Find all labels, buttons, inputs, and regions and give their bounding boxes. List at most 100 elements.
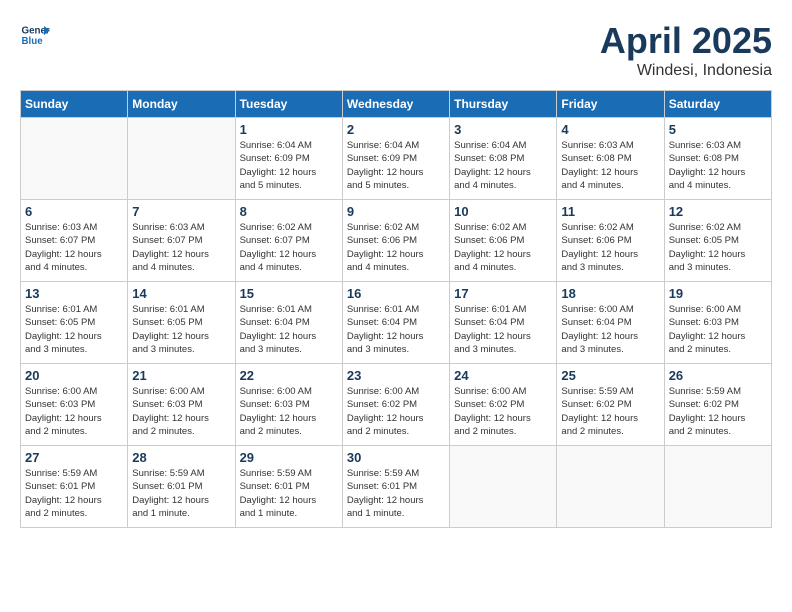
calendar-cell: 5 Sunrise: 6:03 AM Sunset: 6:08 PM Daylig… <box>664 118 771 200</box>
day-number: 4 <box>561 122 659 137</box>
calendar-week-row: 13 Sunrise: 6:01 AM Sunset: 6:05 PM Dayli… <box>21 282 772 364</box>
day-info: Sunrise: 6:00 AM Sunset: 6:03 PM Dayligh… <box>240 385 338 438</box>
calendar-week-row: 20 Sunrise: 6:00 AM Sunset: 6:03 PM Dayli… <box>21 364 772 446</box>
day-number: 11 <box>561 204 659 219</box>
day-info: Sunrise: 6:00 AM Sunset: 6:03 PM Dayligh… <box>669 303 767 356</box>
day-number: 25 <box>561 368 659 383</box>
weekday-header: Sunday <box>21 91 128 118</box>
calendar-cell: 29 Sunrise: 5:59 AM Sunset: 6:01 PM Dayli… <box>235 446 342 528</box>
month-title: April 2025 <box>600 20 772 62</box>
title-block: April 2025 Windesi, Indonesia <box>600 20 772 80</box>
day-number: 14 <box>132 286 230 301</box>
calendar-cell: 6 Sunrise: 6:03 AM Sunset: 6:07 PM Daylig… <box>21 200 128 282</box>
day-info: Sunrise: 6:02 AM Sunset: 6:06 PM Dayligh… <box>454 221 552 274</box>
day-number: 20 <box>25 368 123 383</box>
day-number: 16 <box>347 286 445 301</box>
calendar-cell: 27 Sunrise: 5:59 AM Sunset: 6:01 PM Dayli… <box>21 446 128 528</box>
day-info: Sunrise: 5:59 AM Sunset: 6:01 PM Dayligh… <box>25 467 123 520</box>
day-info: Sunrise: 6:01 AM Sunset: 6:05 PM Dayligh… <box>25 303 123 356</box>
day-number: 23 <box>347 368 445 383</box>
weekday-header: Thursday <box>450 91 557 118</box>
day-info: Sunrise: 6:03 AM Sunset: 6:08 PM Dayligh… <box>669 139 767 192</box>
day-info: Sunrise: 6:03 AM Sunset: 6:07 PM Dayligh… <box>132 221 230 274</box>
calendar-cell: 21 Sunrise: 6:00 AM Sunset: 6:03 PM Dayli… <box>128 364 235 446</box>
calendar-cell: 11 Sunrise: 6:02 AM Sunset: 6:06 PM Dayli… <box>557 200 664 282</box>
calendar-cell: 4 Sunrise: 6:03 AM Sunset: 6:08 PM Daylig… <box>557 118 664 200</box>
calendar-cell: 19Sunrise: 6:00 AM Sunset: 6:03 PM Dayli… <box>664 282 771 364</box>
day-number: 22 <box>240 368 338 383</box>
day-info: Sunrise: 6:00 AM Sunset: 6:02 PM Dayligh… <box>454 385 552 438</box>
calendar-week-row: 1 Sunrise: 6:04 AM Sunset: 6:09 PM Daylig… <box>21 118 772 200</box>
calendar-cell <box>557 446 664 528</box>
calendar-cell: 15Sunrise: 6:01 AM Sunset: 6:04 PM Dayli… <box>235 282 342 364</box>
day-number: 12 <box>669 204 767 219</box>
calendar-cell: 16 Sunrise: 6:01 AM Sunset: 6:04 PM Dayli… <box>342 282 449 364</box>
day-info: Sunrise: 6:04 AM Sunset: 6:09 PM Dayligh… <box>347 139 445 192</box>
weekday-header: Tuesday <box>235 91 342 118</box>
day-number: 7 <box>132 204 230 219</box>
calendar-cell: 1 Sunrise: 6:04 AM Sunset: 6:09 PM Daylig… <box>235 118 342 200</box>
weekday-header: Monday <box>128 91 235 118</box>
day-number: 17 <box>454 286 552 301</box>
logo-icon: General Blue <box>20 20 50 50</box>
calendar-cell: 20 Sunrise: 6:00 AM Sunset: 6:03 PM Dayli… <box>21 364 128 446</box>
calendar-cell: 13 Sunrise: 6:01 AM Sunset: 6:05 PM Dayli… <box>21 282 128 364</box>
calendar-cell <box>21 118 128 200</box>
day-info: Sunrise: 6:02 AM Sunset: 6:05 PM Dayligh… <box>669 221 767 274</box>
calendar-cell: 17 Sunrise: 6:01 AM Sunset: 6:04 PM Dayli… <box>450 282 557 364</box>
day-info: Sunrise: 6:00 AM Sunset: 6:03 PM Dayligh… <box>132 385 230 438</box>
location-subtitle: Windesi, Indonesia <box>600 62 772 80</box>
calendar-cell: 9 Sunrise: 6:02 AM Sunset: 6:06 PM Daylig… <box>342 200 449 282</box>
day-number: 27 <box>25 450 123 465</box>
calendar-table: SundayMondayTuesdayWednesdayThursdayFrid… <box>20 90 772 528</box>
day-info: Sunrise: 6:03 AM Sunset: 6:08 PM Dayligh… <box>561 139 659 192</box>
day-number: 13 <box>25 286 123 301</box>
day-info: Sunrise: 6:02 AM Sunset: 6:06 PM Dayligh… <box>561 221 659 274</box>
day-info: Sunrise: 6:04 AM Sunset: 6:09 PM Dayligh… <box>240 139 338 192</box>
day-info: Sunrise: 6:00 AM Sunset: 6:03 PM Dayligh… <box>25 385 123 438</box>
day-info: Sunrise: 6:01 AM Sunset: 6:04 PM Dayligh… <box>347 303 445 356</box>
day-info: Sunrise: 5:59 AM Sunset: 6:01 PM Dayligh… <box>240 467 338 520</box>
day-info: Sunrise: 5:59 AM Sunset: 6:02 PM Dayligh… <box>669 385 767 438</box>
day-number: 8 <box>240 204 338 219</box>
weekday-header: Friday <box>557 91 664 118</box>
calendar-cell: 2 Sunrise: 6:04 AM Sunset: 6:09 PM Daylig… <box>342 118 449 200</box>
day-info: Sunrise: 6:01 AM Sunset: 6:04 PM Dayligh… <box>454 303 552 356</box>
day-info: Sunrise: 6:03 AM Sunset: 6:07 PM Dayligh… <box>25 221 123 274</box>
day-number: 6 <box>25 204 123 219</box>
day-number: 15 <box>240 286 338 301</box>
day-info: Sunrise: 6:00 AM Sunset: 6:04 PM Dayligh… <box>561 303 659 356</box>
day-info: Sunrise: 5:59 AM Sunset: 6:01 PM Dayligh… <box>347 467 445 520</box>
calendar-cell: 10Sunrise: 6:02 AM Sunset: 6:06 PM Dayli… <box>450 200 557 282</box>
weekday-header: Saturday <box>664 91 771 118</box>
day-info: Sunrise: 6:01 AM Sunset: 6:05 PM Dayligh… <box>132 303 230 356</box>
calendar-cell <box>664 446 771 528</box>
day-number: 5 <box>669 122 767 137</box>
day-info: Sunrise: 5:59 AM Sunset: 6:01 PM Dayligh… <box>132 467 230 520</box>
day-number: 1 <box>240 122 338 137</box>
day-number: 18 <box>561 286 659 301</box>
day-number: 2 <box>347 122 445 137</box>
day-info: Sunrise: 6:02 AM Sunset: 6:06 PM Dayligh… <box>347 221 445 274</box>
day-number: 24 <box>454 368 552 383</box>
day-number: 21 <box>132 368 230 383</box>
calendar-body: 1 Sunrise: 6:04 AM Sunset: 6:09 PM Daylig… <box>21 118 772 528</box>
calendar-cell: 14 Sunrise: 6:01 AM Sunset: 6:05 PM Dayli… <box>128 282 235 364</box>
weekday-header: Wednesday <box>342 91 449 118</box>
day-number: 29 <box>240 450 338 465</box>
calendar-cell: 8Sunrise: 6:02 AM Sunset: 6:07 PM Daylig… <box>235 200 342 282</box>
calendar-week-row: 6 Sunrise: 6:03 AM Sunset: 6:07 PM Daylig… <box>21 200 772 282</box>
day-number: 26 <box>669 368 767 383</box>
day-info: Sunrise: 6:04 AM Sunset: 6:08 PM Dayligh… <box>454 139 552 192</box>
calendar-cell: 18 Sunrise: 6:00 AM Sunset: 6:04 PM Dayli… <box>557 282 664 364</box>
calendar-week-row: 27 Sunrise: 5:59 AM Sunset: 6:01 PM Dayli… <box>21 446 772 528</box>
calendar-cell: 7 Sunrise: 6:03 AM Sunset: 6:07 PM Daylig… <box>128 200 235 282</box>
calendar-cell: 12 Sunrise: 6:02 AM Sunset: 6:05 PM Dayli… <box>664 200 771 282</box>
svg-text:Blue: Blue <box>22 36 44 47</box>
calendar-cell: 28 Sunrise: 5:59 AM Sunset: 6:01 PM Dayli… <box>128 446 235 528</box>
day-number: 9 <box>347 204 445 219</box>
calendar-cell: 25Sunrise: 5:59 AM Sunset: 6:02 PM Dayli… <box>557 364 664 446</box>
day-number: 28 <box>132 450 230 465</box>
calendar-cell: 30Sunrise: 5:59 AM Sunset: 6:01 PM Dayli… <box>342 446 449 528</box>
day-number: 3 <box>454 122 552 137</box>
